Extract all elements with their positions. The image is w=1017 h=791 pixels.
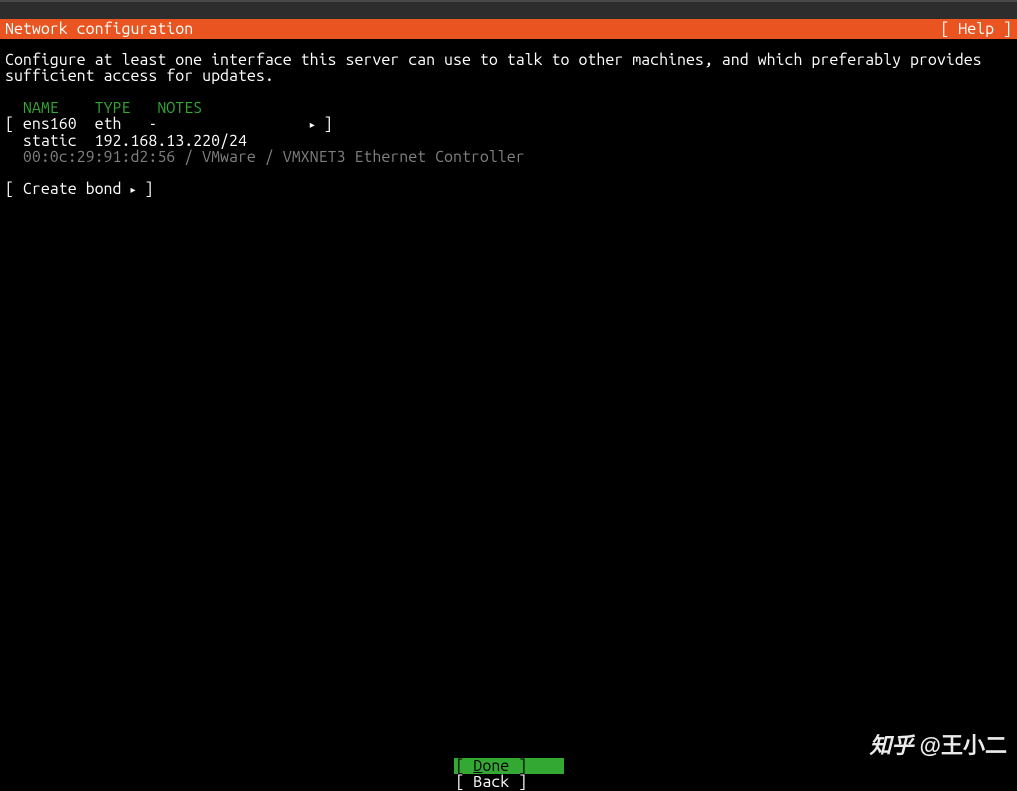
page-title: Network configuration xyxy=(5,19,193,39)
done-button[interactable]: [ Done ] xyxy=(454,758,564,774)
header-bar: Network configuration [ Help ] xyxy=(0,19,1017,39)
iface-mac-detail: 00:0c:29:91:d2:56 / VMware / VMXNET3 Eth… xyxy=(23,148,525,166)
zhihu-logo: 知乎 xyxy=(870,728,914,760)
window-top-bar xyxy=(0,0,1017,19)
chevron-right-icon: ▸ xyxy=(130,182,135,198)
content-area: Configure at least one interface this se… xyxy=(0,39,1017,198)
watermark-text: @王小二 xyxy=(920,728,1007,760)
watermark: 知乎 @王小二 xyxy=(870,728,1007,760)
instruction-text: Configure at least one interface this se… xyxy=(5,52,1012,84)
interface-detail-row: 00:0c:29:91:d2:56 / VMware / VMXNET3 Eth… xyxy=(5,148,525,166)
interface-section: NAME TYPE NOTES [ ens160 eth - ▸ ] stati… xyxy=(5,100,1012,198)
interface-row[interactable]: [ ens160 eth - ▸ ] xyxy=(5,115,333,133)
iface-name: ens160 xyxy=(23,115,77,133)
bottom-button-bar: [ Done ] [ Back ] xyxy=(0,758,1017,790)
create-bond-label: Create bond xyxy=(23,180,122,198)
help-button[interactable]: [ Help ] xyxy=(940,19,1012,39)
back-label: Back xyxy=(473,773,509,791)
chevron-right-icon: ▸ xyxy=(310,117,315,133)
create-bond-button[interactable]: [ Create bond ▸ ] xyxy=(5,180,153,198)
iface-type: eth xyxy=(95,115,122,133)
back-button[interactable]: [ Back ] xyxy=(454,774,564,790)
iface-notes: - xyxy=(148,115,157,133)
